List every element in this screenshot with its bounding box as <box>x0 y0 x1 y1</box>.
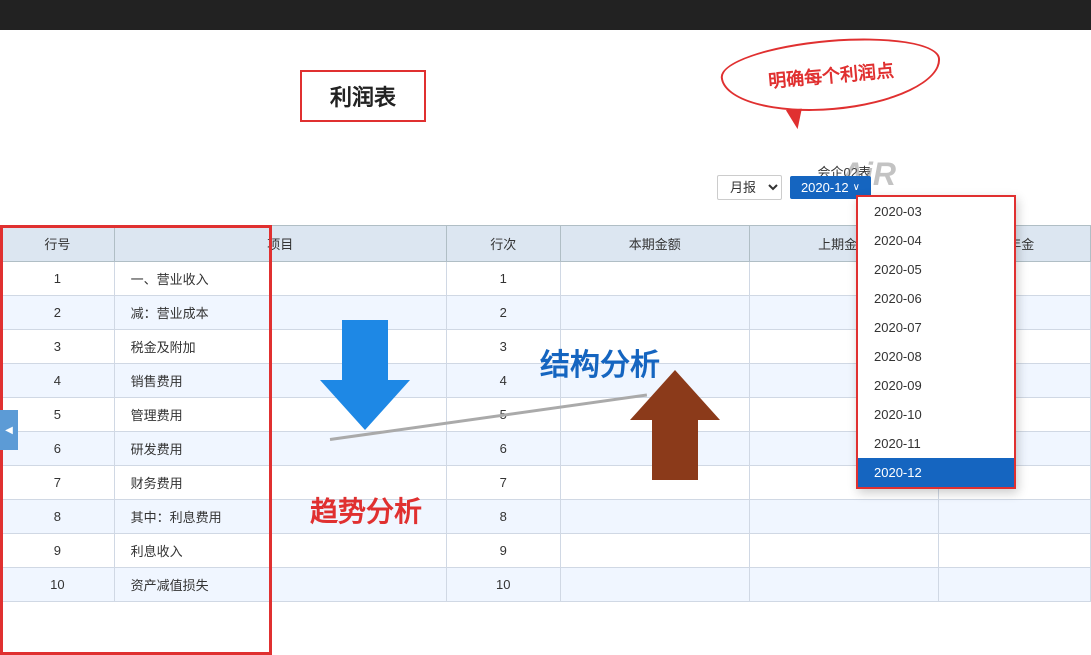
col-header-current: 本期金额 <box>560 226 749 262</box>
col-header-rownum: 行号 <box>1 226 115 262</box>
period-type-select[interactable]: 月报 <box>717 175 782 200</box>
table-row: 9 利息收入 9 <box>1 534 1091 568</box>
qushi-label: 趋势分析 <box>310 490 422 530</box>
title-box: 利润表 <box>300 70 426 122</box>
dropdown-item-8[interactable]: 2020-11 <box>858 429 1014 458</box>
period-dropdown[interactable]: 2020-03 2020-04 2020-05 2020-06 2020-07 … <box>856 195 1016 489</box>
col-header-item: 项目 <box>114 226 446 262</box>
speech-bubble: 明确每个利润点 <box>718 31 943 120</box>
table-row: 8 其中：利息费用 8 <box>1 500 1091 534</box>
dropdown-item-5[interactable]: 2020-08 <box>858 342 1014 371</box>
dropdown-item-2[interactable]: 2020-05 <box>858 255 1014 284</box>
table-row: 10 资产减值损失 10 <box>1 568 1091 602</box>
page-title: 利润表 <box>330 85 396 110</box>
blue-down-arrow <box>320 320 410 435</box>
dropdown-item-7[interactable]: 2020-10 <box>858 400 1014 429</box>
col-header-order: 行次 <box>446 226 560 262</box>
jiegou-label: 结构分析 <box>540 340 660 384</box>
left-collapse-tab[interactable] <box>0 410 18 450</box>
dropdown-item-9[interactable]: 2020-12 <box>858 458 1014 487</box>
top-bar <box>0 0 1091 30</box>
main-content: 明确每个利润点 利润表 AiR 会企02表 月报 2020-12 ∨ 单位：元 … <box>0 30 1091 654</box>
dropdown-item-4[interactable]: 2020-07 <box>858 313 1014 342</box>
controls-row: 月报 2020-12 ∨ <box>717 175 871 200</box>
dropdown-item-0[interactable]: 2020-03 <box>858 197 1014 226</box>
dropdown-arrow-icon: ∨ <box>853 182 860 193</box>
dropdown-item-3[interactable]: 2020-06 <box>858 284 1014 313</box>
dropdown-item-6[interactable]: 2020-09 <box>858 371 1014 400</box>
brown-up-arrow <box>630 370 720 485</box>
dropdown-item-1[interactable]: 2020-04 <box>858 226 1014 255</box>
bubble-text: 明确每个利润点 <box>767 57 895 94</box>
